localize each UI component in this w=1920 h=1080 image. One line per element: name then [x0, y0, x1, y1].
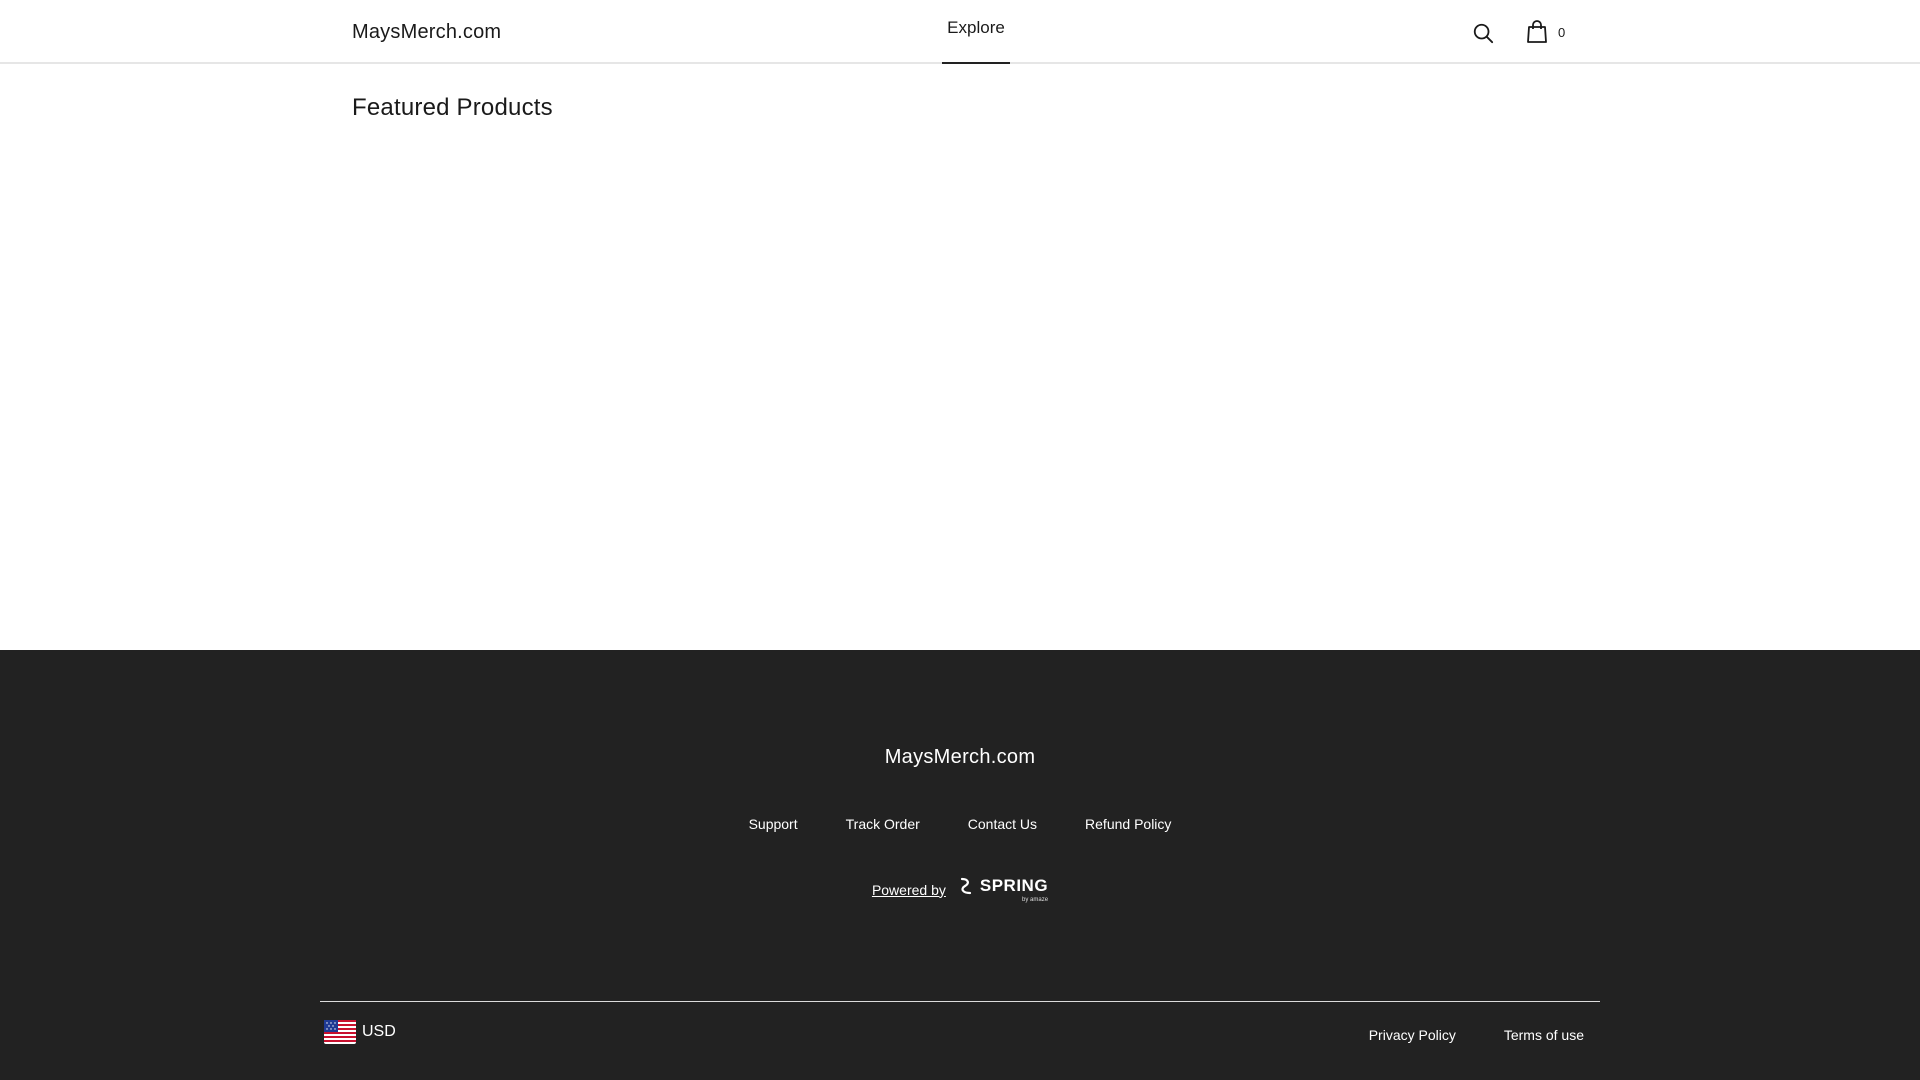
nav-explore-label: Explore [947, 18, 1005, 37]
privacy-policy-link[interactable]: Privacy Policy [1369, 1027, 1456, 1043]
terms-of-use-link[interactable]: Terms of use [1504, 1027, 1584, 1043]
featured-products-title: Featured Products [352, 94, 553, 121]
spring-logo-icon [960, 877, 971, 895]
footer-divider [320, 1001, 1600, 1002]
footer-links: Support Track Order Contact Us Refund Po… [0, 816, 1920, 832]
search-button[interactable] [1470, 20, 1496, 46]
footer-brand: MaysMerch.com [884, 746, 1036, 768]
us-flag-icon [324, 1020, 356, 1044]
site-logo[interactable]: MaysMerch.com [352, 21, 501, 44]
spring-logo-sub: by amaze [1022, 897, 1049, 903]
cart-button[interactable]: 0 [1526, 18, 1565, 46]
main-content: Featured Products [0, 66, 1920, 650]
powered-by-label[interactable]: Powered by [872, 882, 946, 898]
footer-link-track-order[interactable]: Track Order [846, 816, 920, 832]
site-footer: MaysMerch.com Support Track Order Contac… [0, 650, 1920, 1080]
search-icon [1473, 23, 1494, 44]
currency-code: USD [362, 1023, 396, 1040]
footer-link-support[interactable]: Support [749, 816, 798, 832]
currency-selector[interactable]: USD [324, 1020, 396, 1044]
cart-count: 0 [1558, 24, 1566, 40]
footer-link-contact-us[interactable]: Contact Us [968, 816, 1037, 832]
spring-logo-word: SPRING [979, 876, 1049, 895]
site-header: MaysMerch.com Explore 0 [0, 0, 1920, 64]
nav-explore[interactable]: Explore [942, 0, 1010, 64]
legal-links: Privacy Policy Terms of use [1369, 1027, 1584, 1043]
shopping-bag-icon [1527, 20, 1547, 43]
footer-link-refund-policy[interactable]: Refund Policy [1085, 816, 1171, 832]
powered-by[interactable]: Powered by SPRING by amaze [0, 876, 1920, 903]
spring-logo: SPRING by amaze [958, 876, 1048, 903]
